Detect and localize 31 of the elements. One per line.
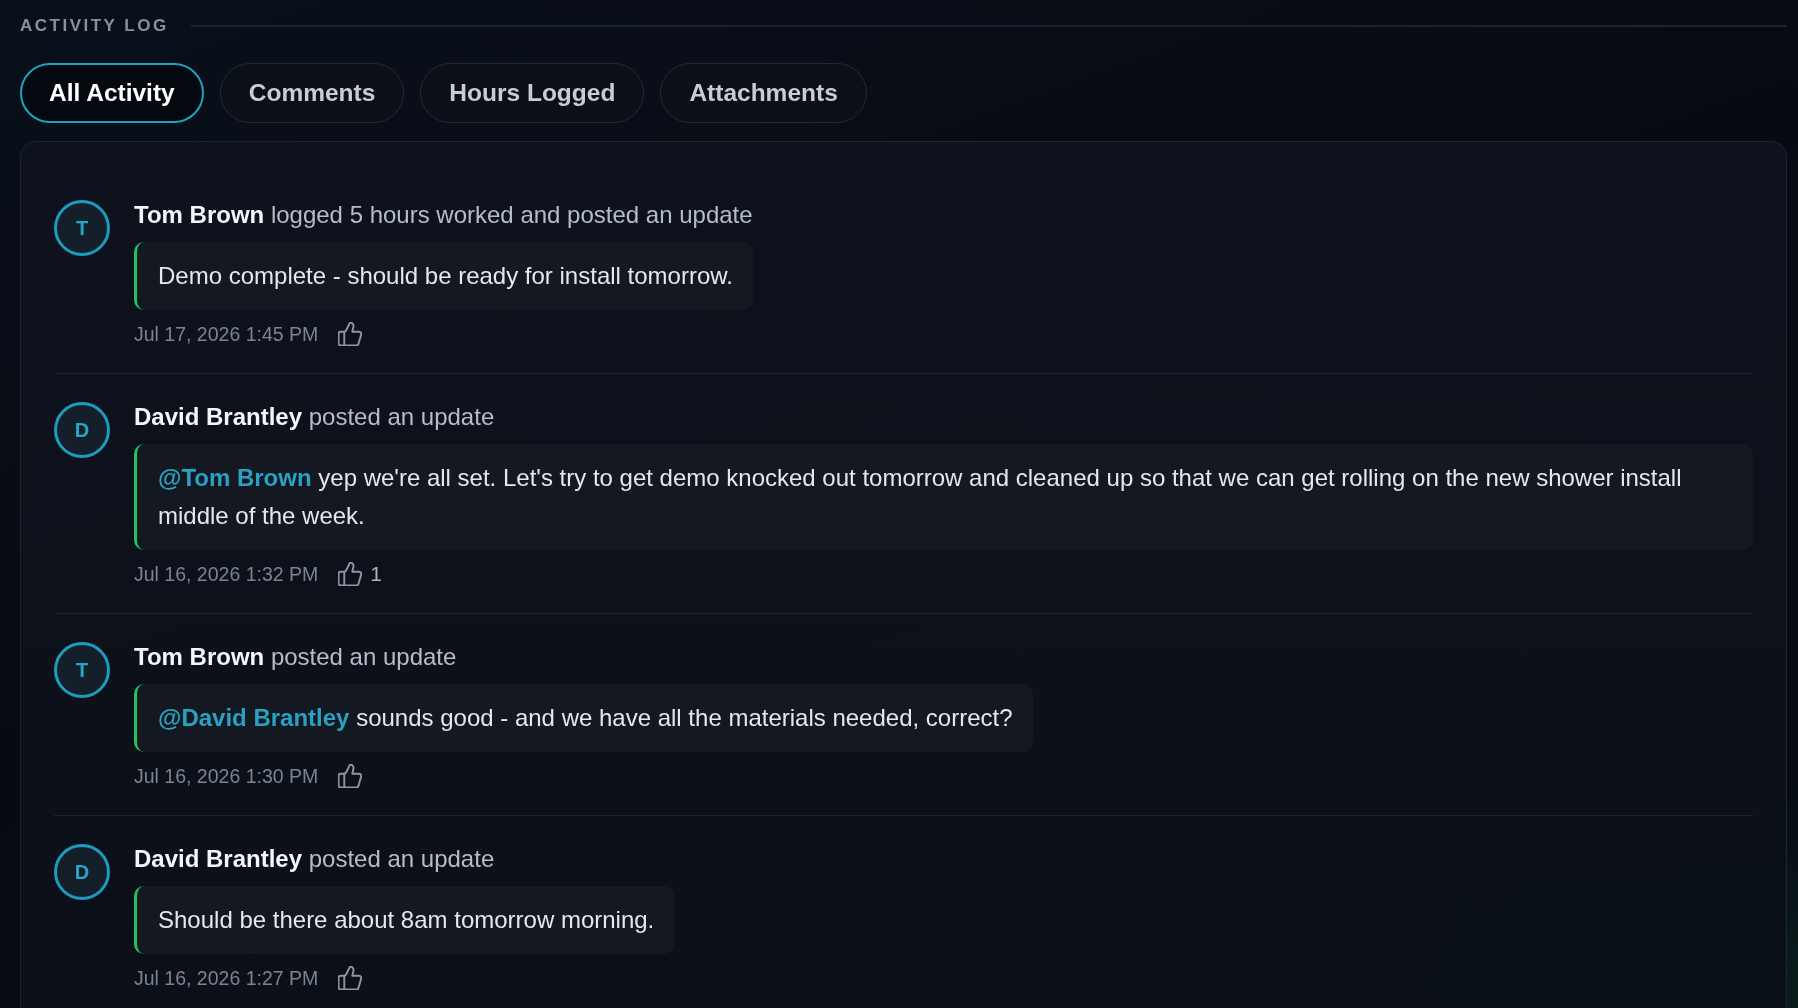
filter-tab[interactable]: All Activity <box>20 63 204 123</box>
avatar: T <box>54 642 110 698</box>
thumbs-up-icon <box>338 562 363 586</box>
message-text: @Tom Brown yep we're all set. Let's try to get demo knocked out tomorrow and cleaned up so that we can get rolling on the new shower install middle of the week. <box>158 463 1683 531</box>
filter-tab[interactable]: Comments <box>219 63 405 123</box>
filter-tab[interactable]: Attachments <box>660 63 867 123</box>
filter-tab[interactable]: Hours Logged <box>420 63 645 123</box>
activity-summary: David Brantley posted an update <box>134 402 495 432</box>
avatar: T <box>54 200 110 256</box>
activity-summary: Tom Brown logged 5 hours worked and posted an update <box>134 200 753 230</box>
like-button[interactable] <box>338 322 363 346</box>
timestamp: Jul 17, 2026 1:45 PM <box>134 322 319 346</box>
message-text: Should be there about 8am tomorrow morning. <box>158 905 655 935</box>
like-button[interactable] <box>338 764 363 788</box>
activity-summary: David Brantley posted an update <box>134 844 495 874</box>
mention-link[interactable]: @David Brantley <box>158 704 350 731</box>
thumbs-up-icon <box>338 966 363 990</box>
timestamp: Jul 16, 2026 1:27 PM <box>134 966 319 990</box>
thumbs-up-icon <box>338 322 363 346</box>
avatar: D <box>54 844 110 900</box>
avatar: D <box>54 402 110 458</box>
like-button[interactable]: 1 <box>338 562 382 586</box>
timestamp: Jul 16, 2026 1:30 PM <box>134 764 319 788</box>
section-title: ACTIVITY LOG <box>20 16 169 36</box>
timestamp: Jul 16, 2026 1:32 PM <box>134 562 319 586</box>
thumbs-up-icon <box>338 764 363 788</box>
message-text: @David Brantley sounds good - and we have all the materials needed, correct? <box>158 703 1013 733</box>
message-text: Demo complete - should be ready for install tomorrow. <box>158 261 733 291</box>
like-button[interactable] <box>338 966 363 990</box>
activity-summary: Tom Brown posted an update <box>134 642 457 672</box>
mention-link[interactable]: @Tom Brown <box>158 464 312 491</box>
